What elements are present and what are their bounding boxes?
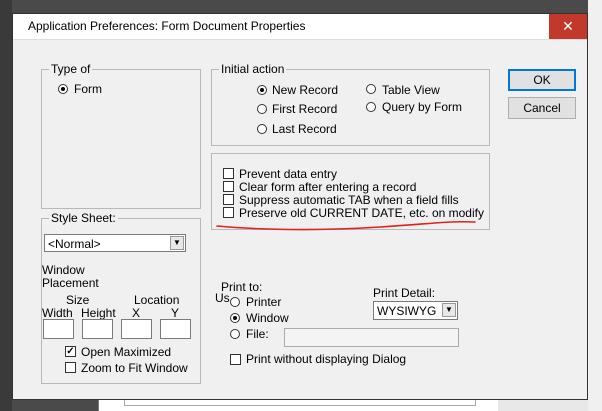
file-label: File: (246, 327, 269, 341)
query-by-form-label: Query by Form (382, 100, 463, 114)
placement-label: Placement (42, 276, 99, 290)
size-label: Size (66, 293, 90, 307)
query-by-form-radio[interactable] (366, 102, 376, 112)
last-record-radio[interactable] (257, 124, 267, 134)
height-label: Height (81, 306, 116, 320)
table-view-label: Table View (382, 83, 440, 97)
y-label: Y (171, 306, 180, 320)
preserve-date-label: Preserve old CURRENT DATE, etc. on modif… (239, 206, 484, 220)
prevent-data-entry-label: Prevent data entry (239, 167, 338, 181)
checkmark-icon: ✓ (66, 346, 75, 357)
printer-label: Printer (246, 295, 282, 309)
initial-action-legend: Initial action (219, 62, 287, 76)
open-maximized-checkbox[interactable]: ✓ (65, 346, 76, 357)
window-radio[interactable] (230, 313, 240, 323)
preserve-date-checkbox[interactable] (223, 207, 234, 218)
print-detail-value: WYSIWYG (377, 304, 437, 318)
file-path-field[interactable] (284, 328, 459, 347)
first-record-label: First Record (272, 102, 338, 116)
form-label: Form (74, 82, 102, 96)
close-button[interactable]: ✕ (549, 14, 587, 39)
print-detail-label: Print Detail: (373, 286, 436, 300)
printer-radio[interactable] (230, 297, 240, 307)
title-bar: Application Preferences: Form Document P… (13, 14, 587, 40)
close-icon: ✕ (562, 18, 574, 34)
clear-form-checkbox[interactable] (223, 181, 234, 192)
new-record-label: New Record (272, 83, 339, 97)
chevron-down-icon[interactable]: ▼ (170, 236, 184, 250)
style-sheet-select[interactable]: <Normal> ▼ (44, 234, 186, 252)
print-without-dialog-checkbox[interactable] (230, 354, 241, 365)
x-field[interactable] (121, 319, 152, 339)
new-record-radio[interactable] (257, 85, 267, 95)
first-record-radio[interactable] (257, 104, 267, 114)
background-right (588, 0, 602, 411)
window-radio-label: Window (246, 311, 289, 325)
x-label: X (132, 306, 141, 320)
width-field[interactable] (43, 319, 74, 339)
location-label: Location (134, 293, 180, 307)
y-field[interactable] (160, 319, 191, 339)
chevron-down-icon[interactable]: ▼ (442, 303, 456, 317)
zoom-to-fit-checkbox[interactable] (65, 362, 76, 373)
suppress-tab-checkbox[interactable] (223, 194, 234, 205)
preferences-dialog: Application Preferences: Form Document P… (12, 13, 588, 400)
prevent-data-entry-checkbox[interactable] (223, 168, 234, 179)
background-left (0, 0, 12, 411)
partial-label: Us (215, 291, 230, 305)
cancel-button[interactable]: Cancel (508, 97, 576, 119)
height-field[interactable] (82, 319, 113, 339)
dialog-title: Application Preferences: Form Document P… (28, 19, 306, 33)
width-label: Width (42, 306, 73, 320)
table-view-radio[interactable] (366, 84, 376, 94)
suppress-tab-label: Suppress automatic TAB when a field fill… (239, 193, 459, 207)
print-without-dialog-label: Print without displaying Dialog (246, 352, 407, 366)
zoom-to-fit-label: Zoom to Fit Window (81, 361, 188, 375)
form-radio[interactable] (58, 84, 68, 94)
last-record-label: Last Record (272, 122, 337, 136)
type-of-legend: Type of (49, 62, 93, 76)
style-sheet-value: <Normal> (48, 237, 101, 251)
style-sheet-legend: Style Sheet: (49, 211, 118, 225)
ok-button[interactable]: OK (508, 69, 576, 91)
open-maximized-label: Open Maximized (81, 345, 172, 359)
window-label: Window (42, 263, 85, 277)
clear-form-label: Clear form after entering a record (239, 180, 417, 194)
file-radio[interactable] (230, 329, 240, 339)
print-detail-select[interactable]: WYSIWYG ▼ (373, 301, 458, 320)
